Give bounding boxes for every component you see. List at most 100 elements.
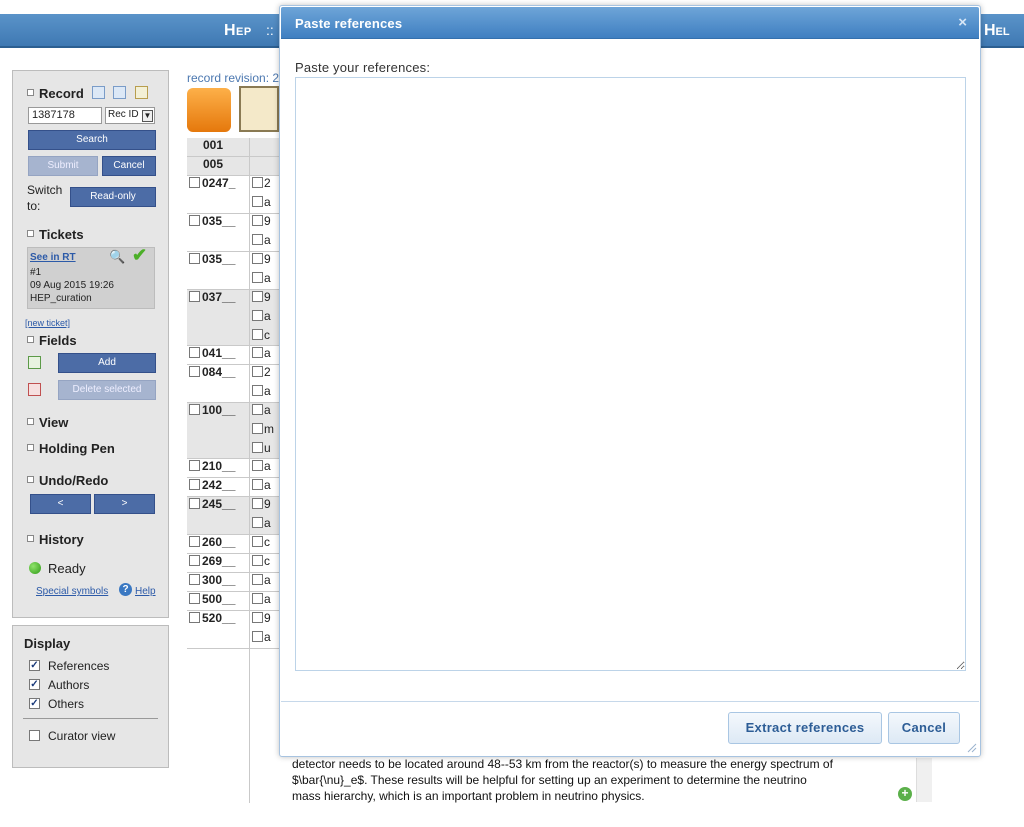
field-checkbox[interactable]: [189, 460, 200, 471]
dialog-footer-divider: [281, 701, 979, 702]
nav-link-hep[interactable]: Hep: [224, 22, 252, 40]
subfield-checkbox[interactable]: [252, 234, 263, 245]
field-checkbox[interactable]: [189, 215, 200, 226]
subfield-checkbox[interactable]: [252, 593, 263, 604]
subfield-checkbox[interactable]: [252, 612, 263, 623]
subfield-checkbox[interactable]: [252, 479, 263, 490]
subfield-code: a: [252, 195, 271, 209]
field-checkbox[interactable]: [189, 536, 200, 547]
subfield-checkbox[interactable]: [252, 177, 263, 188]
table-view-icon[interactable]: [92, 86, 105, 99]
read-only-button[interactable]: Read-only: [70, 187, 156, 207]
subfield-checkbox[interactable]: [252, 555, 263, 566]
references-checkbox[interactable]: ✓: [29, 660, 40, 671]
delete-field-icon[interactable]: [28, 383, 41, 396]
subfield-checkbox[interactable]: [252, 310, 263, 321]
add-field-icon[interactable]: [28, 356, 41, 369]
subfield-checkbox[interactable]: [252, 291, 263, 302]
field-checkbox[interactable]: [189, 347, 200, 358]
delete-selected-button[interactable]: Delete selected: [58, 380, 156, 400]
checkmark-icon[interactable]: ✔: [132, 245, 147, 266]
subfield-checkbox[interactable]: [252, 574, 263, 585]
table-row: 269__ c: [187, 554, 281, 573]
search-icon[interactable]: 🔍: [109, 249, 125, 265]
redo-button[interactable]: >: [94, 494, 155, 514]
display-title: Display: [24, 636, 71, 651]
field-checkbox[interactable]: [189, 498, 200, 509]
copy-icon[interactable]: [113, 86, 126, 99]
subfield-checkbox[interactable]: [252, 215, 263, 226]
field-checkbox[interactable]: [189, 479, 200, 490]
table-row: 242__ a: [187, 478, 281, 497]
table-row: 035__ 9 a: [187, 252, 281, 290]
new-ticket-link[interactable]: [new ticket]: [25, 318, 70, 328]
clipboard-icon[interactable]: [239, 86, 279, 132]
undo-button[interactable]: <: [30, 494, 91, 514]
subfield-checkbox[interactable]: [252, 498, 263, 509]
help-link[interactable]: Help: [135, 586, 156, 597]
record-id-input[interactable]: 1387178: [28, 107, 102, 124]
others-label: Others: [48, 697, 85, 711]
subfield-checkbox[interactable]: [252, 196, 263, 207]
field-checkbox[interactable]: [189, 253, 200, 264]
subfield-checkbox[interactable]: [252, 460, 263, 471]
holding-pen-section-title[interactable]: Holding Pen: [27, 441, 115, 456]
subfield-checkbox[interactable]: [252, 272, 263, 283]
nav-link-help[interactable]: Hel: [984, 22, 1010, 40]
field-checkbox[interactable]: [189, 574, 200, 585]
record-revision-link[interactable]: record revision: 2: [187, 71, 279, 85]
subfield-checkbox[interactable]: [252, 347, 263, 358]
references-textarea[interactable]: [295, 77, 966, 671]
undo-redo-section-title[interactable]: Undo/Redo: [27, 473, 108, 488]
table-row: 037__ 9 a c: [187, 290, 281, 346]
field-checkbox[interactable]: [189, 404, 200, 415]
record-id-type-select[interactable]: Rec ID ▼: [105, 107, 155, 124]
record-section-title[interactable]: Record: [27, 86, 84, 101]
extract-references-button[interactable]: Extract references: [728, 712, 882, 744]
refresh-record-icon[interactable]: [187, 88, 231, 132]
subfield-code-label: a: [264, 516, 271, 530]
subfield-checkbox[interactable]: [252, 517, 263, 528]
field-checkbox[interactable]: [189, 593, 200, 604]
subfield-checkbox[interactable]: [252, 329, 263, 340]
subfield-cell: c: [249, 535, 281, 553]
special-symbols-link[interactable]: Special symbols: [36, 586, 108, 597]
history-section-title[interactable]: History: [27, 532, 84, 547]
dialog-title-bar[interactable]: Paste references ×: [281, 7, 979, 39]
subfield-cell: a: [249, 459, 281, 477]
add-field-button[interactable]: Add: [58, 353, 156, 373]
edit-icon[interactable]: [135, 86, 148, 99]
subfield-checkbox[interactable]: [252, 404, 263, 415]
subfield-checkbox[interactable]: [252, 442, 263, 453]
fields-section-title[interactable]: Fields: [27, 333, 77, 348]
field-checkbox[interactable]: [189, 555, 200, 566]
subfield-checkbox[interactable]: [252, 423, 263, 434]
see-in-rt-link[interactable]: See in RT: [30, 252, 76, 263]
authors-checkbox[interactable]: ✓: [29, 679, 40, 690]
search-button[interactable]: Search: [28, 130, 156, 150]
cancel-button[interactable]: Cancel: [102, 156, 156, 176]
subfield-checkbox[interactable]: [252, 385, 263, 396]
subfield-checkbox[interactable]: [252, 366, 263, 377]
field-checkbox[interactable]: [189, 177, 200, 188]
curator-view-checkbox[interactable]: [29, 730, 40, 741]
abstract-scrollbar[interactable]: [916, 758, 932, 802]
add-subfield-icon[interactable]: +: [898, 787, 912, 801]
subfield-checkbox[interactable]: [252, 536, 263, 547]
paste-prompt-label: Paste your references:: [295, 60, 431, 75]
close-icon[interactable]: ×: [958, 14, 967, 31]
display-options-panel: Display ✓ References ✓ Authors ✓ Others …: [12, 625, 169, 768]
view-section-title[interactable]: View: [27, 415, 68, 430]
subfield-checkbox[interactable]: [252, 253, 263, 264]
submit-button[interactable]: Submit: [28, 156, 98, 176]
field-checkbox[interactable]: [189, 291, 200, 302]
subfield-checkbox[interactable]: [252, 631, 263, 642]
others-checkbox[interactable]: ✓: [29, 698, 40, 709]
help-icon[interactable]: ?: [119, 583, 132, 596]
resize-grip-icon[interactable]: [967, 743, 977, 753]
field-checkbox[interactable]: [189, 612, 200, 623]
subfield-code: u: [252, 441, 271, 455]
dialog-cancel-button[interactable]: Cancel: [888, 712, 960, 744]
tickets-section-title[interactable]: Tickets: [27, 227, 84, 242]
field-checkbox[interactable]: [189, 366, 200, 377]
